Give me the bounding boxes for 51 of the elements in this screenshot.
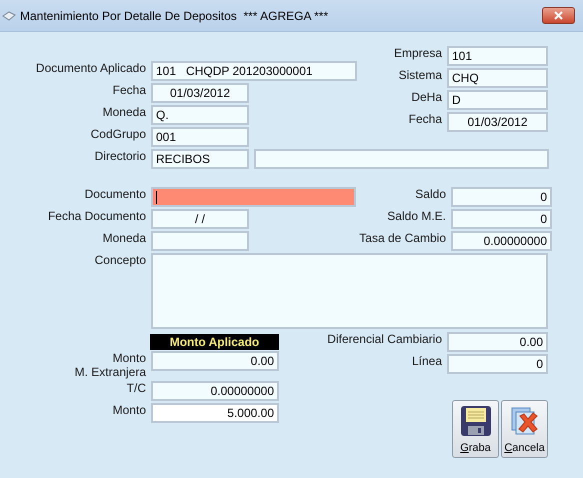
field-label: Fecha Documento [46,209,147,223]
save-button[interactable]: Graba [452,400,499,458]
input-field[interactable]: D [447,90,548,110]
window-title: Mantenimiento Por Detalle De Depositos *** AGREGA *** [20,8,328,24]
input-field[interactable]: Q. [151,105,249,125]
input-field[interactable]: CHQ [447,68,548,88]
field-label: Línea [410,354,443,368]
input-field[interactable]: 0.00 [151,351,279,371]
field-label: Directorio [94,149,147,163]
input-field[interactable] [151,231,249,251]
field-label: Fecha [408,112,443,126]
text-area[interactable] [151,253,548,329]
input-field[interactable] [254,149,549,169]
text-cursor [156,191,157,204]
field-label: Saldo [414,187,447,201]
field-label: Concepto [94,253,147,267]
field-label: Documento Aplicado [34,61,147,75]
input-field[interactable]: 0 [451,209,552,229]
input-field[interactable]: 0 [447,354,548,374]
field-label: Empresa [392,46,443,60]
field-label: Fecha [112,83,147,97]
input-field[interactable]: 01/03/2012 [447,112,548,132]
field-label: Sistema [398,68,443,82]
section-header: Monto Aplicado [150,334,279,350]
field-label: CodGrupo [90,127,147,141]
input-field[interactable]: 0.00 [447,332,548,352]
app-icon [2,10,16,22]
field-label: Diferencial Cambiario [326,332,443,346]
field-label: Documento [84,187,147,201]
field-label: Monto M. Extranjera [74,351,147,379]
field-label: Tasa de Cambio [358,231,447,245]
input-field[interactable]: 0.00000000 [151,381,279,401]
input-field[interactable]: 101 [447,46,548,66]
input-field[interactable]: 001 [151,127,249,147]
close-button[interactable] [542,7,575,24]
input-field[interactable]: / / [151,209,249,229]
close-icon [554,11,563,20]
field-label: Moneda [102,231,147,245]
input-field[interactable] [151,187,356,207]
field-label: DeHa [410,90,443,104]
input-field[interactable]: RECIBOS [151,149,249,169]
input-field[interactable]: 0.00000000 [451,231,552,251]
cancel-button[interactable]: Cancela [501,400,548,458]
input-field[interactable]: 0 [451,187,552,207]
input-field[interactable]: 01/03/2012 [151,83,249,103]
field-label: T/C [126,381,147,395]
field-label: Monto [112,403,147,417]
input-field[interactable]: 5.000.00 [151,403,279,423]
field-label: Moneda [102,105,147,119]
input-field[interactable]: 101 CHQDP 201203000001 [151,61,357,81]
field-label: Saldo M.E. [386,209,447,223]
